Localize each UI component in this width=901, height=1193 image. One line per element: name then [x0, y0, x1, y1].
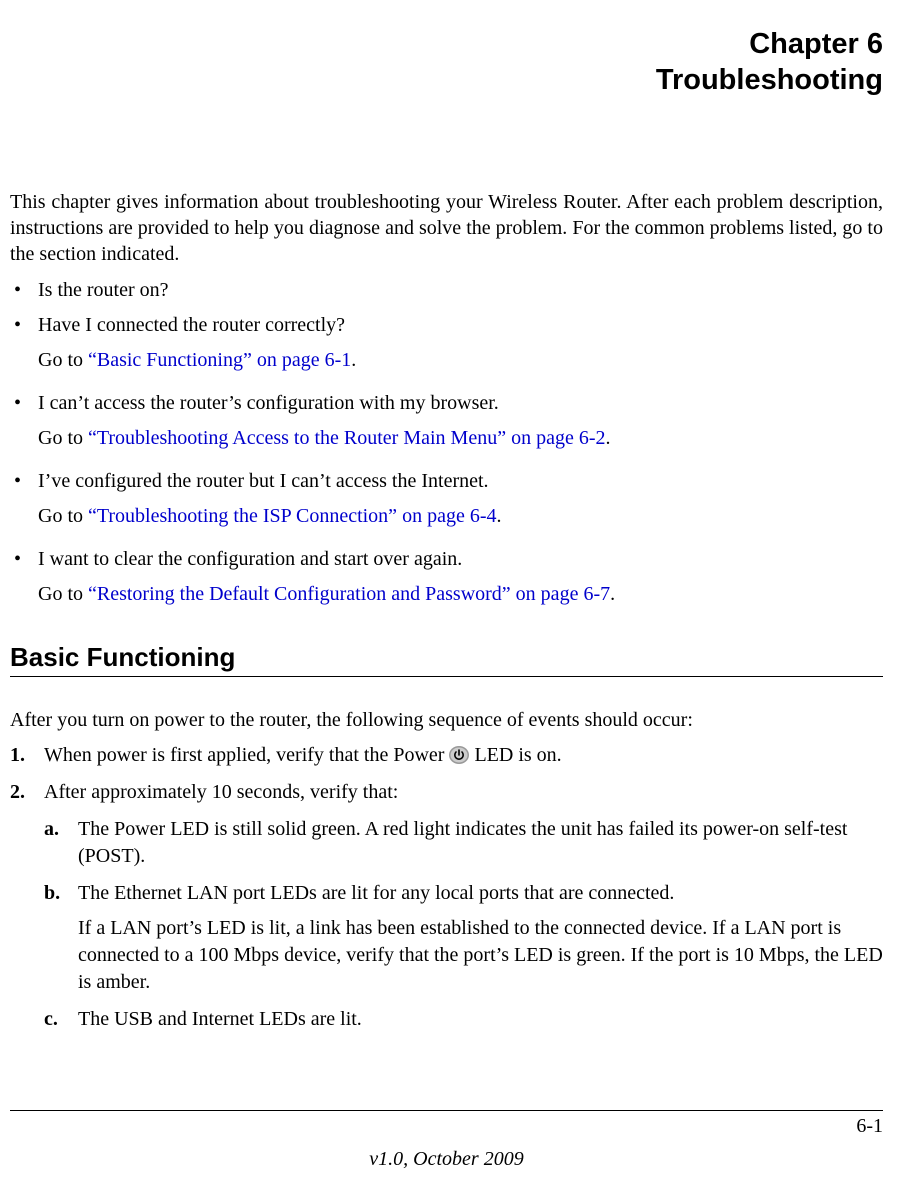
- goto-prefix: Go to: [38, 583, 88, 605]
- list-item: 2. After approximately 10 seconds, verif…: [10, 779, 883, 1043]
- substep-letter: a.: [44, 816, 78, 870]
- steps-list: 1. When power is first applied, verify t…: [10, 742, 883, 1043]
- cross-reference-link[interactable]: “Troubleshooting Access to the Router Ma…: [88, 427, 606, 449]
- goto-prefix: Go to: [38, 505, 88, 527]
- step-number: 1.: [10, 742, 44, 769]
- cross-reference-link[interactable]: “Basic Functioning” on page 6-1: [88, 349, 351, 371]
- list-item: • Have I connected the router correctly?…: [10, 312, 883, 382]
- cross-reference-link[interactable]: “Restoring the Default Configuration and…: [88, 583, 610, 605]
- page-number: 6-1: [10, 1115, 883, 1138]
- bullet-marker: •: [10, 468, 38, 538]
- footer-rule: [10, 1110, 883, 1111]
- page-footer: 6-1 v1.0, October 2009: [10, 1110, 883, 1171]
- substep-extra: If a LAN port’s LED is lit, a link has b…: [78, 915, 883, 996]
- version-info: v1.0, October 2009: [10, 1148, 883, 1171]
- substep-text: The Ethernet LAN port LEDs are lit for a…: [78, 882, 674, 904]
- list-item: b. The Ethernet LAN port LEDs are lit fo…: [44, 880, 883, 996]
- substep-letter: b.: [44, 880, 78, 996]
- step-number: 2.: [10, 779, 44, 1043]
- power-icon: [449, 745, 469, 763]
- substeps-list: a. The Power LED is still solid green. A…: [44, 816, 883, 1033]
- list-item: • I want to clear the configuration and …: [10, 546, 883, 616]
- list-item: • I can’t access the router’s configurat…: [10, 390, 883, 460]
- cross-reference-link[interactable]: “Troubleshooting the ISP Connection” on …: [88, 505, 496, 527]
- section-intro: After you turn on power to the router, t…: [10, 707, 883, 734]
- bullet-marker: •: [10, 312, 38, 382]
- bullet-text: Have I connected the router correctly?: [38, 314, 345, 336]
- goto-suffix: .: [610, 583, 615, 605]
- list-item: 1. When power is first applied, verify t…: [10, 742, 883, 769]
- goto-prefix: Go to: [38, 349, 88, 371]
- goto-suffix: .: [351, 349, 356, 371]
- bullet-marker: •: [10, 277, 38, 304]
- goto-suffix: .: [496, 505, 501, 527]
- list-item: c. The USB and Internet LEDs are lit.: [44, 1006, 883, 1033]
- bullet-text: Is the router on?: [38, 279, 169, 301]
- chapter-number: Chapter 6: [10, 26, 883, 62]
- section-rule: [10, 676, 883, 677]
- substep-text: The Power LED is still solid green. A re…: [78, 818, 847, 867]
- bullet-text: I can’t access the router’s configuratio…: [38, 392, 499, 414]
- chapter-title: Troubleshooting: [10, 62, 883, 98]
- substep-text: The USB and Internet LEDs are lit.: [78, 1008, 362, 1030]
- goto-prefix: Go to: [38, 427, 88, 449]
- problem-list: • Is the router on? • Have I connected t…: [10, 277, 883, 616]
- list-item: a. The Power LED is still solid green. A…: [44, 816, 883, 870]
- list-item: • I’ve configured the router but I can’t…: [10, 468, 883, 538]
- bullet-marker: •: [10, 390, 38, 460]
- bullet-text: I want to clear the configuration and st…: [38, 548, 462, 570]
- step-text: When power is first applied, verify that…: [44, 744, 449, 766]
- list-item: • Is the router on?: [10, 277, 883, 304]
- step-text-after: LED is on.: [469, 744, 561, 766]
- bullet-text: I’ve configured the router but I can’t a…: [38, 470, 489, 492]
- intro-paragraph: This chapter gives information about tro…: [10, 189, 883, 267]
- substep-letter: c.: [44, 1006, 78, 1033]
- chapter-heading: Chapter 6 Troubleshooting: [10, 26, 883, 99]
- bullet-marker: •: [10, 546, 38, 616]
- step-text: After approximately 10 seconds, verify t…: [44, 781, 398, 803]
- goto-suffix: .: [606, 427, 611, 449]
- section-heading: Basic Functioning: [10, 642, 883, 673]
